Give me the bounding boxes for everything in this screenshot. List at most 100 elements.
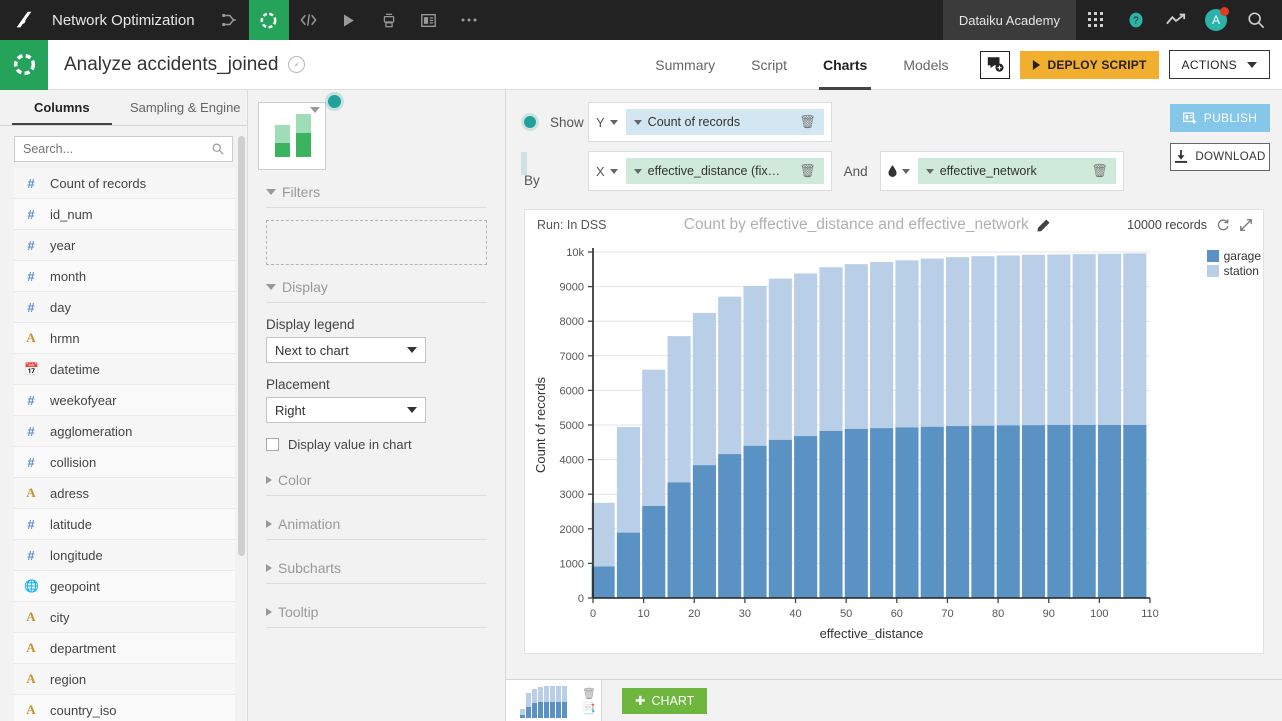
bar-segment-garage[interactable] [870, 428, 893, 598]
column-item-year[interactable]: #year [14, 230, 235, 261]
delete-chart-icon[interactable]: 🗑 [582, 687, 596, 700]
bar-segment-station[interactable] [794, 273, 817, 436]
y-measure-box[interactable]: Y Count of records 🗑 [588, 102, 832, 142]
run-icon[interactable] [329, 0, 369, 40]
x-axis-tag[interactable]: X [596, 164, 618, 179]
bar-segment-station[interactable] [895, 260, 918, 427]
actions-button[interactable]: ACTIONS [1169, 50, 1270, 79]
column-item-weekofyear[interactable]: #weekofyear [14, 385, 235, 416]
column-item-country-iso[interactable]: Acountry_iso [14, 695, 235, 721]
column-item-department[interactable]: Adepartment [14, 633, 235, 664]
help-icon[interactable]: ? [1116, 0, 1156, 40]
duplicate-chart-icon[interactable]: 📑 [582, 702, 596, 715]
column-item-geopoint[interactable]: 🌐geopoint [14, 571, 235, 602]
delete-icon[interactable]: 🗑 [799, 163, 816, 179]
search-input-box[interactable] [14, 136, 233, 162]
bar-segment-garage[interactable] [592, 567, 615, 598]
bar-segment-station[interactable] [1098, 254, 1121, 425]
columns-scrollbar[interactable] [238, 136, 245, 556]
column-item-agglomeration[interactable]: #agglomeration [14, 416, 235, 447]
edit-pencil-icon[interactable] [1037, 219, 1050, 232]
tooltip-section-header[interactable]: Tooltip [266, 604, 487, 628]
filters-section-header[interactable]: Filters [266, 184, 487, 208]
legend-item-station[interactable]: station [1207, 263, 1261, 278]
display-value-in-chart-row[interactable]: Display value in chart [266, 437, 487, 452]
bar-segment-garage[interactable] [895, 427, 918, 598]
bar-segment-station[interactable] [997, 255, 1020, 425]
columns-list[interactable]: #Count of records#id_num#year#month#dayA… [0, 168, 247, 721]
add-chart-button[interactable]: ✚ CHART [622, 688, 707, 714]
bar-segment-garage[interactable] [718, 454, 741, 598]
bar-segment-garage[interactable] [1022, 425, 1045, 598]
bar-segment-station[interactable] [642, 370, 665, 506]
jobs-icon[interactable] [369, 0, 409, 40]
column-item-city[interactable]: Acity [14, 602, 235, 633]
animation-section-header[interactable]: Animation [266, 516, 487, 540]
column-item-hrmn[interactable]: Ahrmn [14, 323, 235, 354]
color-axis-tag[interactable] [888, 165, 910, 177]
display-section-header[interactable]: Display [266, 279, 487, 303]
bar-segment-station[interactable] [971, 256, 994, 426]
bar-segment-garage[interactable] [1123, 425, 1146, 598]
chart-type-selector[interactable] [248, 90, 505, 170]
bar-segment-station[interactable] [1047, 254, 1070, 425]
delete-icon[interactable]: 🗑 [1091, 163, 1108, 179]
bar-segment-garage[interactable] [1047, 425, 1070, 598]
avatar[interactable]: A [1196, 0, 1236, 40]
bar-segment-garage[interactable] [946, 426, 969, 598]
info-badge-icon[interactable] [288, 56, 305, 73]
publish-button[interactable]: PUBLISH [1170, 104, 1270, 132]
bar-segment-garage[interactable] [642, 506, 665, 598]
y-axis-tag[interactable]: Y [596, 115, 618, 130]
chart-thumbnail[interactable] [520, 684, 578, 718]
bar-segment-station[interactable] [1073, 254, 1096, 425]
delete-icon[interactable]: 🗑 [799, 114, 816, 130]
column-item-datetime[interactable]: 📅datetime [14, 354, 235, 385]
flow-icon[interactable] [209, 0, 249, 40]
column-item-collision[interactable]: #collision [14, 447, 235, 478]
dataiku-logo-icon[interactable] [0, 0, 48, 40]
bar-segment-garage[interactable] [743, 446, 766, 598]
bar-segment-garage[interactable] [921, 427, 944, 598]
lab-icon[interactable] [249, 0, 289, 40]
tab-summary[interactable]: Summary [637, 40, 733, 90]
bar-segment-station[interactable] [668, 336, 691, 482]
search-input[interactable] [23, 142, 212, 156]
code-icon[interactable] [289, 0, 329, 40]
chart-type-thumbnail[interactable] [258, 102, 326, 170]
more-icon[interactable] [449, 0, 489, 40]
dashboard-icon[interactable] [409, 0, 449, 40]
x-dimension-pill[interactable]: effective_distance (fix… 🗑 [626, 158, 824, 184]
bar-segment-station[interactable] [1123, 253, 1146, 425]
color-dimension-pill[interactable]: effective_network 🗑 [918, 158, 1116, 184]
run-engine-label[interactable]: Run: In DSS [537, 218, 606, 232]
column-item-region[interactable]: Aregion [14, 664, 235, 695]
bar-segment-station[interactable] [845, 264, 868, 429]
tab-charts[interactable]: Charts [805, 40, 885, 90]
bar-segment-station[interactable] [617, 427, 640, 533]
column-item-day[interactable]: #day [14, 292, 235, 323]
bar-segment-station[interactable] [769, 279, 792, 440]
tab-script[interactable]: Script [733, 40, 805, 90]
column-item-id-num[interactable]: #id_num [14, 199, 235, 230]
bar-segment-garage[interactable] [794, 436, 817, 598]
bar-segment-station[interactable] [946, 257, 969, 426]
color-section-header[interactable]: Color [266, 472, 487, 496]
column-item-longitude[interactable]: #longitude [14, 540, 235, 571]
bar-segment-station[interactable] [870, 262, 893, 428]
bar-segment-garage[interactable] [617, 533, 640, 598]
column-item-latitude[interactable]: #latitude [14, 509, 235, 540]
academy-link[interactable]: Dataiku Academy [943, 0, 1076, 40]
deploy-script-button[interactable]: DEPLOY SCRIPT [1020, 51, 1158, 79]
bar-segment-garage[interactable] [971, 426, 994, 598]
search-icon[interactable] [1236, 0, 1276, 40]
column-item-count-of-records[interactable]: #Count of records [14, 168, 235, 199]
bar-segment-station[interactable] [693, 313, 716, 465]
apps-grid-icon[interactable] [1076, 0, 1116, 40]
expand-icon[interactable] [1239, 218, 1253, 232]
legend-item-garage[interactable]: garage [1207, 248, 1261, 263]
bar-segment-station[interactable] [718, 297, 741, 454]
column-item-adress[interactable]: Aadress [14, 478, 235, 509]
bar-segment-garage[interactable] [845, 429, 868, 598]
tab-columns[interactable]: Columns [0, 90, 124, 125]
